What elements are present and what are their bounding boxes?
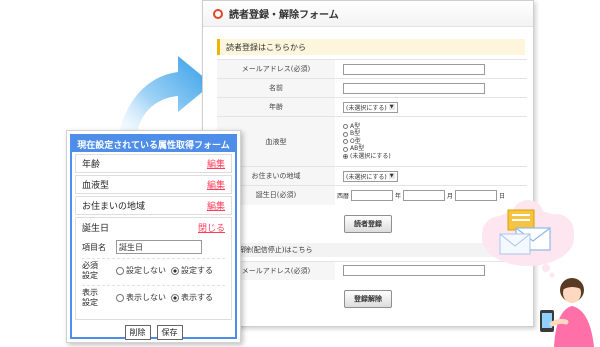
- edit-link[interactable]: 編集: [207, 199, 225, 212]
- required-setting-label: 必須 設定: [82, 261, 116, 281]
- radio-selected-icon: [343, 154, 348, 159]
- radio-selected-icon: [171, 266, 179, 275]
- radio-label: 表示しない: [126, 293, 166, 302]
- blood-type-radio-group: A型 B型 O型 AB型 (未選択にする): [343, 121, 527, 163]
- month-suffix-label: 月: [447, 192, 454, 200]
- blood-option-none[interactable]: (未選択にする): [343, 153, 527, 161]
- attribute-item-label: 年齢: [82, 160, 101, 170]
- radio-icon: [343, 124, 348, 129]
- attribute-item-region: お住まいの地域 編集: [75, 196, 232, 215]
- required-label-line2: 設定: [82, 270, 98, 280]
- attribute-item-birthday-expanded: 誕生日 閉じる 項目名 誕生日 必須 設定 設定しない 設定する 表示 設定 表示し…: [75, 217, 232, 320]
- region-select-value: (未選択にする): [346, 173, 387, 181]
- attribute-panel-title: 現在設定されている属性取得フォーム: [72, 136, 235, 152]
- name-input[interactable]: [343, 82, 485, 94]
- form-row-age: 年齢 (未選択にする) ▼: [217, 97, 527, 117]
- radio-label: B型: [350, 130, 361, 138]
- mail-cloud-illustration: [482, 200, 574, 278]
- unsubscribe-button[interactable]: 登録解除: [344, 290, 392, 308]
- radio-icon: [116, 293, 124, 302]
- delete-button[interactable]: 削除: [124, 325, 151, 340]
- age-select-value: (未選択にする): [346, 104, 387, 112]
- unsub-email-input[interactable]: [343, 265, 485, 277]
- attribute-item-blood: 血液型 編集: [75, 175, 232, 194]
- email-input[interactable]: [343, 63, 485, 75]
- save-button[interactable]: 保存: [156, 325, 183, 340]
- display-setting-row: 表示 設定 表示しない 表示する: [82, 285, 225, 309]
- form-title-bar: 読者登録・解除フォーム: [203, 1, 533, 27]
- attribute-item-age: 年齢 編集: [75, 154, 232, 173]
- register-form-table: メールアドレス(必須) 名前 年齢 (未選択にする) ▼ 血液型 A型 B型 O: [217, 59, 527, 205]
- display-option-off[interactable]: 表示しない: [116, 292, 166, 303]
- radio-label: (未選択にする): [350, 152, 391, 160]
- close-link[interactable]: 閉じる: [198, 221, 225, 234]
- edit-link[interactable]: 編集: [207, 157, 225, 170]
- display-label-line1: 表示: [82, 287, 98, 297]
- radio-selected-icon: [171, 293, 179, 302]
- radio-icon: [116, 266, 124, 275]
- year-input[interactable]: [351, 189, 394, 201]
- register-button[interactable]: 読者登録: [344, 214, 392, 233]
- form-row-region: お住まいの地域 (未選択にする) ▼: [217, 166, 527, 186]
- blood-option-b[interactable]: B型: [343, 130, 527, 138]
- attribute-settings-panel: 現在設定されている属性取得フォーム 年齢 編集 血液型 編集 お住まいの地域 編…: [66, 130, 241, 343]
- person-with-phone-illustration: [540, 278, 594, 347]
- attribute-item-label: お住まいの地域: [82, 202, 146, 212]
- age-select[interactable]: (未選択にする) ▼: [343, 101, 398, 113]
- attribute-item-label: 血液型: [82, 181, 110, 191]
- display-setting-label: 表示 設定: [82, 288, 116, 308]
- blood-option-ab[interactable]: AB型: [343, 145, 527, 153]
- form-row-blood: 血液型 A型 B型 O型 AB型 (未選択にする): [217, 116, 527, 167]
- item-name-label: 項目名: [82, 242, 106, 252]
- email-label: メールアドレス(必須): [217, 59, 335, 79]
- form-row-email: メールアドレス(必須): [217, 59, 527, 79]
- required-label-line1: 必須: [82, 260, 98, 270]
- register-section-heading: 読者登録はこちらから: [217, 39, 525, 55]
- display-option-on[interactable]: 表示する: [171, 292, 213, 303]
- blood-option-a[interactable]: A型: [343, 123, 527, 131]
- radio-label: 設定しない: [126, 266, 166, 275]
- radio-label: 設定する: [181, 266, 213, 275]
- circle-icon: [213, 8, 223, 19]
- edit-link[interactable]: 編集: [207, 178, 225, 191]
- required-option-on[interactable]: 設定する: [171, 265, 213, 276]
- chevron-down-icon: ▼: [388, 104, 395, 110]
- year-prefix-label: 西暦: [337, 192, 350, 200]
- radio-icon: [343, 146, 348, 152]
- month-input[interactable]: [403, 189, 446, 201]
- name-label: 名前: [217, 78, 335, 98]
- radio-icon: [343, 139, 348, 144]
- region-select[interactable]: (未選択にする) ▼: [343, 170, 398, 182]
- chevron-down-icon: ▼: [388, 173, 395, 179]
- required-option-off[interactable]: 設定しない: [116, 265, 166, 276]
- blood-option-o[interactable]: O型: [343, 138, 527, 146]
- attribute-item-label: 誕生日: [82, 223, 110, 234]
- required-setting-row: 必須 設定 設定しない 設定する: [82, 258, 225, 282]
- radio-label: 表示する: [181, 293, 213, 302]
- form-row-name: 名前: [217, 78, 527, 98]
- age-label: 年齢: [217, 97, 335, 117]
- radio-label: AB型: [350, 145, 365, 153]
- item-name-input[interactable]: 誕生日: [116, 240, 202, 254]
- year-suffix-label: 年: [395, 192, 402, 200]
- display-label-line2: 設定: [82, 297, 98, 307]
- radio-icon: [343, 131, 348, 137]
- item-name-row: 項目名 誕生日: [82, 239, 225, 255]
- form-title: 読者登録・解除フォーム: [229, 10, 339, 21]
- register-section-label: 読者登録はこちらから: [226, 42, 306, 52]
